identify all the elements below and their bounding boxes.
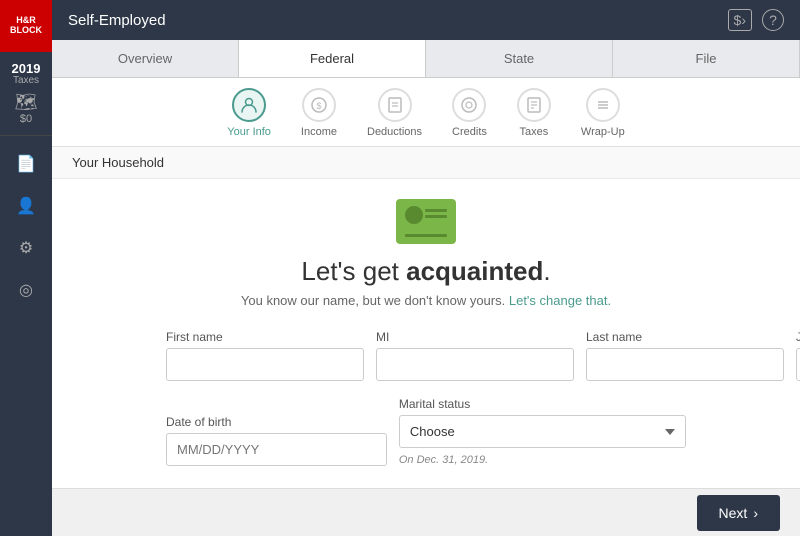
breadcrumb: Your Household <box>52 147 800 179</box>
dob-label: Date of birth <box>166 415 387 429</box>
mi-input[interactable] <box>376 348 574 381</box>
name-row: First name MI Last name Jr., III Choose … <box>166 330 686 381</box>
dob-marital-row: Date of birth Marital status Choose Sing… <box>166 397 686 466</box>
headline-bold: acquainted <box>406 256 543 286</box>
app-title: Self-Employed <box>68 12 718 29</box>
help-icon[interactable]: ? <box>762 9 784 31</box>
sidebar-taxes-label: Taxes <box>13 75 39 86</box>
sub-nav-wrapup[interactable]: Wrap-Up <box>581 88 625 138</box>
income-label: Income <box>301 126 337 138</box>
last-name-group: Last name <box>586 330 784 381</box>
headline-period: . <box>543 256 550 286</box>
sub-nav-deductions[interactable]: Deductions <box>367 88 422 138</box>
first-name-group: First name <box>166 330 364 381</box>
tab-file[interactable]: File <box>613 40 800 77</box>
dob-input[interactable] <box>166 433 387 466</box>
wrapup-icon <box>586 88 620 122</box>
svg-text:$: $ <box>316 101 321 111</box>
content-area: Your Household Let's get acquainted. You… <box>52 147 800 488</box>
sidebar-logo-text: H&RBLOCK <box>10 16 42 36</box>
marital-select[interactable]: Choose Single Married filing jointly Mar… <box>399 415 686 448</box>
next-arrow-icon: › <box>753 505 758 521</box>
tab-state[interactable]: State <box>426 40 613 77</box>
sub-nav-income[interactable]: $ Income <box>301 88 337 138</box>
sidebar-price: $0 <box>20 113 32 125</box>
tab-federal[interactable]: Federal <box>239 40 426 77</box>
next-label: Next <box>719 505 748 521</box>
marital-hint: On Dec. 31, 2019. <box>399 454 686 466</box>
marital-label: Marital status <box>399 397 686 411</box>
circle-icon[interactable]: ◎ <box>19 280 33 300</box>
dollar-icon[interactable]: $› <box>728 9 752 31</box>
wrapup-label: Wrap-Up <box>581 126 625 138</box>
income-icon: $ <box>302 88 336 122</box>
sidebar-icons: 📄 👤 ⚙ ◎ <box>16 154 36 300</box>
marital-group: Marital status Choose Single Married fil… <box>399 397 686 466</box>
sub-nav-your-info[interactable]: Your Info <box>227 88 271 138</box>
suffix-select[interactable]: Choose Jr. Sr. II III IV <box>796 348 800 381</box>
sidebar-year: 2019 <box>12 62 41 75</box>
id-line-2 <box>425 215 447 218</box>
suffix-group: Jr., III Choose Jr. Sr. II III IV <box>796 330 800 381</box>
tab-overview[interactable]: Overview <box>52 40 239 77</box>
id-card-bottom <box>405 234 447 237</box>
deductions-label: Deductions <box>367 126 422 138</box>
mi-label: MI <box>376 330 574 344</box>
form-container: Let's get acquainted. You know our name,… <box>52 179 800 488</box>
document-icon[interactable]: 📄 <box>16 154 36 174</box>
last-name-label: Last name <box>586 330 784 344</box>
sidebar: H&RBLOCK 2019 Taxes 🗺 $0 📄 👤 ⚙ ◎ <box>0 0 52 536</box>
sub-nav-credits[interactable]: Credits <box>452 88 487 138</box>
dob-group: Date of birth <box>166 415 387 466</box>
id-card-lines <box>425 209 447 218</box>
id-line-1 <box>425 209 447 212</box>
next-button[interactable]: Next › <box>697 495 780 531</box>
gear-icon[interactable]: ⚙ <box>19 238 33 258</box>
id-card-icon <box>396 199 456 244</box>
headline: Let's get acquainted. <box>301 256 550 287</box>
subtext-link[interactable]: Let's change that. <box>509 293 611 308</box>
headline-normal: Let's get <box>301 256 406 286</box>
sub-nav: Your Info $ Income Deductions <box>52 78 800 147</box>
taxes-icon <box>517 88 551 122</box>
map-icon: 🗺 <box>15 92 38 113</box>
subtext: You know our name, but we don't know you… <box>241 293 611 308</box>
footer: Next › <box>52 488 800 536</box>
last-name-input[interactable] <box>586 348 784 381</box>
mi-group: MI <box>376 330 574 381</box>
first-name-label: First name <box>166 330 364 344</box>
person-icon[interactable]: 👤 <box>16 196 36 216</box>
first-name-input[interactable] <box>166 348 364 381</box>
main-area: Self-Employed $› ? Overview Federal Stat… <box>52 0 800 536</box>
your-info-icon <box>232 88 266 122</box>
sidebar-year-section: 2019 Taxes 🗺 $0 <box>0 52 52 136</box>
suffix-label: Jr., III <box>796 330 800 344</box>
deductions-icon <box>378 88 412 122</box>
topbar: Self-Employed $› ? <box>52 0 800 40</box>
credits-label: Credits <box>452 126 487 138</box>
taxes-label: Taxes <box>520 126 549 138</box>
credits-icon <box>452 88 486 122</box>
sub-nav-taxes[interactable]: Taxes <box>517 88 551 138</box>
your-info-label: Your Info <box>227 126 271 138</box>
sidebar-logo[interactable]: H&RBLOCK <box>0 0 52 52</box>
nav-tabs: Overview Federal State File <box>52 40 800 78</box>
